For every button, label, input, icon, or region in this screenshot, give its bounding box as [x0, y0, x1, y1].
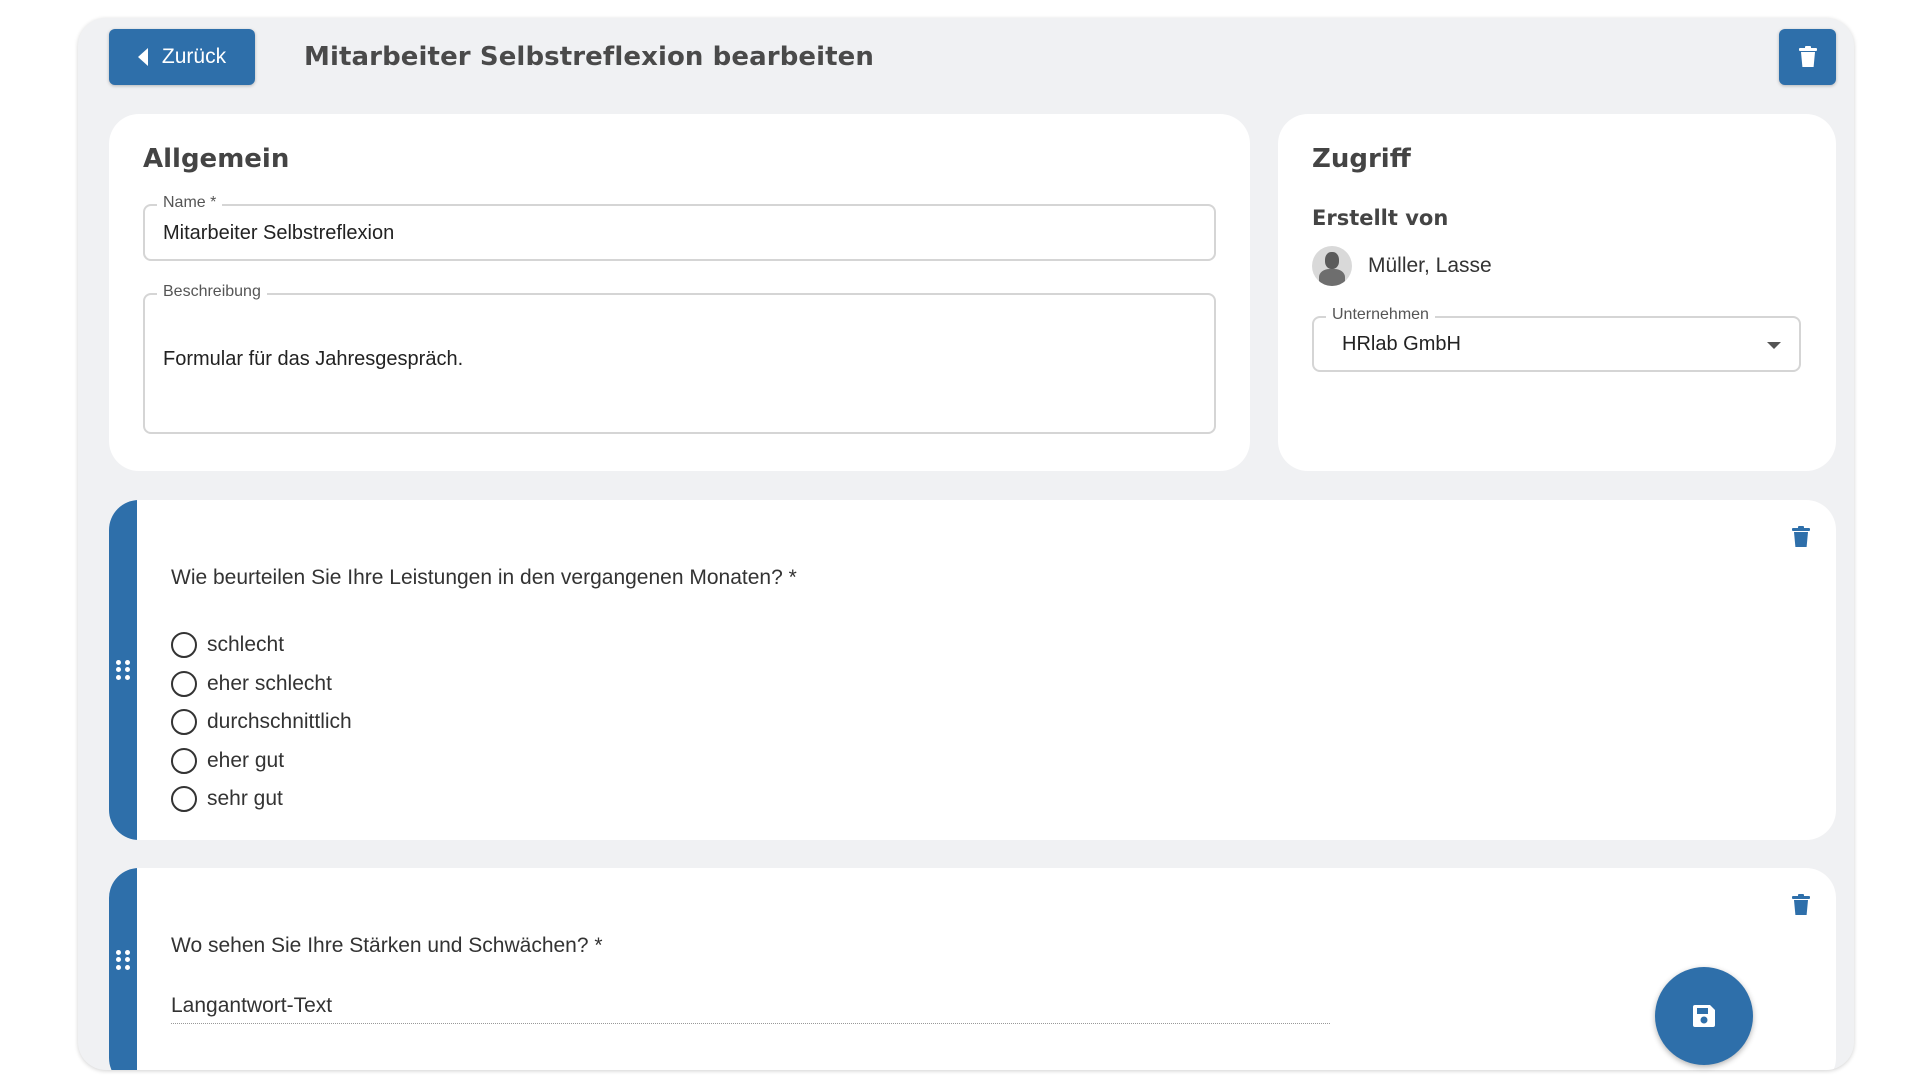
floppy-disk-icon	[1693, 1005, 1715, 1027]
company-select[interactable]: Unternehmen HRlab GmbH	[1312, 306, 1801, 372]
creator: Müller, Lasse	[1312, 246, 1492, 286]
radio-option[interactable]: schlecht	[171, 626, 352, 665]
radio-option[interactable]: sehr gut	[171, 780, 352, 819]
radio-button[interactable]	[171, 632, 197, 659]
radio-button[interactable]	[171, 709, 197, 736]
drag-handle-icon[interactable]	[116, 660, 130, 680]
caret-down-icon	[1767, 342, 1781, 349]
general-card: Allgemein Name * Mitarbeiter Selbstrefle…	[109, 114, 1250, 471]
question-card: Wie beurteilen Sie Ihre Leistungen in de…	[109, 500, 1836, 840]
back-button[interactable]: Zurück	[109, 29, 255, 85]
radio-option[interactable]: durchschnittlich	[171, 703, 352, 742]
company-select-label: Unternehmen	[1326, 306, 1435, 324]
name-field-label: Name *	[157, 194, 223, 212]
question-drag-bar[interactable]	[109, 500, 137, 840]
save-button[interactable]	[1655, 967, 1753, 1065]
question-text: Wie beurteilen Sie Ihre Leistungen in de…	[171, 566, 797, 589]
access-title: Zugriff	[1312, 144, 1411, 174]
access-card: Zugriff Erstellt von Müller, Lasse Unter…	[1278, 114, 1836, 471]
created-by-label: Erstellt von	[1312, 206, 1449, 230]
page-title: Mitarbeiter Selbstreflexion bearbeiten	[304, 42, 875, 72]
general-title: Allgemein	[143, 144, 290, 174]
description-field-value: Formular für das Jahresgespräch.	[163, 348, 464, 370]
description-field-label: Beschreibung	[157, 283, 267, 301]
radio-option[interactable]: eher gut	[171, 742, 352, 781]
radio-option-label: eher schlecht	[207, 671, 332, 695]
trash-icon	[1798, 46, 1817, 67]
radio-group: schlecht eher schlecht durchschnittlich …	[171, 626, 352, 819]
company-select-value: HRlab GmbH	[1342, 333, 1461, 355]
editor-frame: Zurück Mitarbeiter Selbstreflexion bearb…	[78, 18, 1854, 1070]
radio-option-label: sehr gut	[207, 787, 283, 811]
trash-icon	[1792, 894, 1810, 915]
delete-question-button[interactable]	[1792, 894, 1810, 921]
radio-button[interactable]	[171, 786, 197, 813]
question-drag-bar[interactable]	[109, 868, 137, 1070]
long-answer-field[interactable]: Langantwort-Text	[171, 990, 1330, 1024]
question-card: Wo sehen Sie Ihre Stärken und Schwächen?…	[109, 868, 1836, 1070]
caret-left-icon	[137, 48, 148, 66]
radio-button[interactable]	[171, 670, 197, 697]
long-answer-placeholder: Langantwort-Text	[171, 994, 333, 1017]
back-button-label: Zurück	[161, 45, 227, 68]
radio-option[interactable]: eher schlecht	[171, 665, 352, 704]
delete-question-button[interactable]	[1792, 526, 1810, 553]
question-text: Wo sehen Sie Ihre Stärken und Schwächen?…	[171, 934, 603, 957]
delete-form-button[interactable]	[1779, 29, 1836, 85]
drag-handle-icon[interactable]	[116, 950, 130, 970]
trash-icon	[1792, 526, 1810, 547]
avatar	[1312, 246, 1352, 286]
radio-option-label: schlecht	[207, 633, 285, 657]
description-field[interactable]: Beschreibung Formular für das Jahresgesp…	[143, 283, 1216, 434]
radio-button[interactable]	[171, 747, 197, 774]
creator-name: Müller, Lasse	[1368, 254, 1492, 277]
radio-option-label: eher gut	[207, 748, 285, 772]
name-field[interactable]: Name * Mitarbeiter Selbstreflexion	[143, 194, 1216, 261]
name-field-value: Mitarbeiter Selbstreflexion	[163, 222, 395, 244]
radio-option-label: durchschnittlich	[207, 710, 352, 734]
